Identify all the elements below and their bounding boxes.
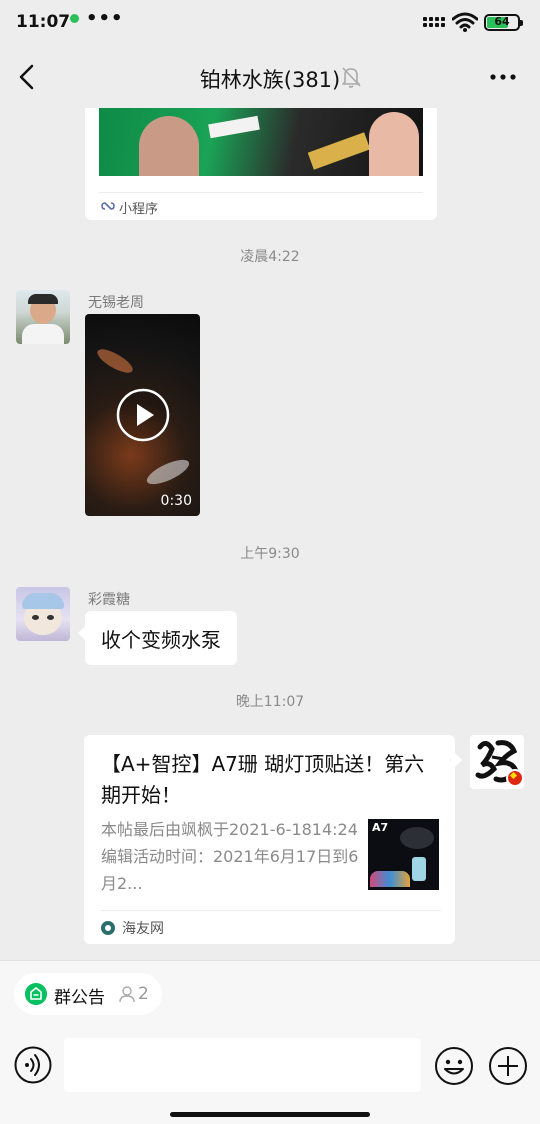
bottom-panel: 群公告 2 [0,960,540,1124]
link-card-message[interactable]: 【A+智控】A7珊 瑚灯顶贴送！第六期开始！ 本帖最后由飒枫于2021-6-18… [84,735,462,944]
battery-level: 64 [494,15,510,28]
battery-icon: 64 [484,14,523,31]
signal-icon [423,17,449,29]
timestamp: 上午9:30 [240,546,300,562]
mini-program-card[interactable]: 小程序 [85,108,437,220]
status-bar: 11:07 ••• 64 [0,0,540,46]
page-title: 铂林水族(381) [199,68,341,92]
plus-icon[interactable] [488,1046,528,1086]
status-dots: ••• [86,8,124,29]
timestamp: 晚上11:07 [235,694,305,710]
wifi-icon [452,12,478,32]
avatar[interactable] [16,587,70,641]
group-notice-chip[interactable]: 群公告 2 [14,973,162,1015]
mini-program-icon [101,202,115,210]
link-card-title: 【A+智控】A7珊 瑚灯顶贴送！第六期开始！ [101,752,425,807]
location-dot-icon [70,14,79,23]
video-duration: 0:30 [160,493,192,509]
sender-name: 无锡老周 [88,295,144,311]
nav-bar: 铂林水族(381) [0,46,540,108]
home-indicator [170,1112,370,1117]
link-card-thumbnail: A7 [368,819,439,890]
message-input[interactable] [64,1038,421,1092]
play-icon[interactable] [115,387,171,443]
link-card-description: 本帖最后由飒枫于2021-6-1814:24编辑活动时间：2021年6月17日到… [101,820,359,893]
card-divider [99,192,423,193]
text-message-bubble[interactable]: 收个变频水泵 [78,611,237,665]
flag-badge-icon [506,769,524,787]
link-card-source: 海友网 [122,921,164,937]
more-dots-icon[interactable] [488,64,518,90]
group-notice-label: 群公告 [54,988,105,1008]
source-logo-icon [101,921,115,935]
avatar[interactable] [16,290,70,344]
emoji-icon[interactable] [434,1046,474,1086]
thumbnail-text: A7 [372,821,389,834]
voice-input-icon[interactable] [14,1046,52,1084]
group-notice-count: 2 [138,984,149,1004]
my-avatar[interactable] [470,735,524,789]
status-time: 11:07 [16,12,71,32]
sender-name: 彩霞糖 [88,592,130,608]
announcement-icon [25,983,47,1005]
bell-off-icon [342,67,361,88]
person-icon [119,986,135,1003]
card-divider [101,910,441,911]
timestamp: 凌晨4:22 [240,249,300,265]
video-message[interactable]: 0:30 [85,314,200,516]
mini-program-cover-image [99,108,423,176]
mini-program-label: 小程序 [119,202,159,217]
